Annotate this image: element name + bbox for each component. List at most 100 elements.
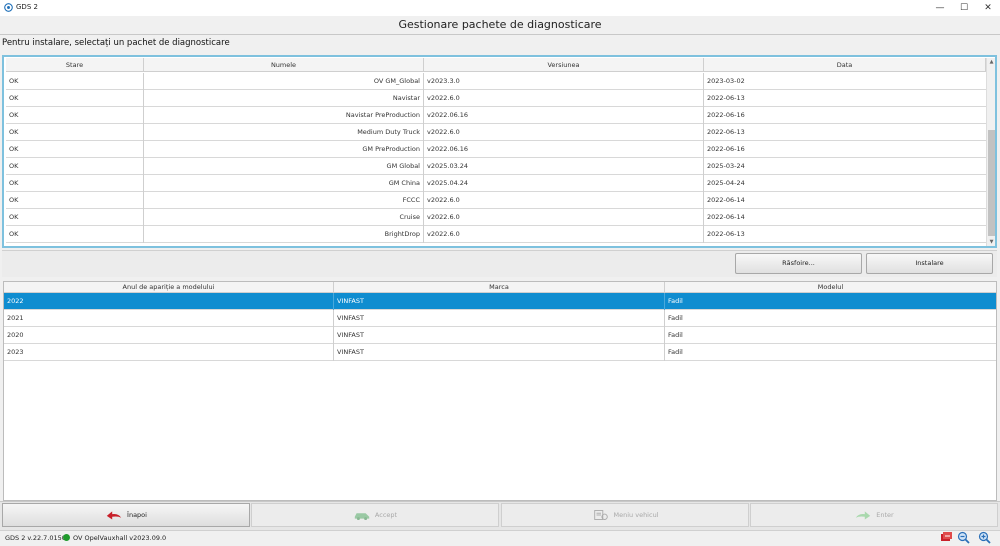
- model-row-selected[interactable]: 2022 VINFAST Fadil: [4, 293, 996, 310]
- browse-button[interactable]: Răsfoire...: [735, 253, 862, 274]
- model-name: Fadil: [668, 297, 683, 305]
- column-header-model-year[interactable]: Anul de apariție a modelului: [4, 282, 334, 293]
- enter-button-label: Enter: [876, 511, 894, 519]
- column-header-date[interactable]: Data: [704, 58, 986, 72]
- column-header-status[interactable]: Stare: [6, 58, 144, 72]
- model-year: 2022: [4, 293, 334, 310]
- column-header-make[interactable]: Marca: [334, 282, 665, 293]
- packages-scrollbar[interactable]: ▲ ▼: [986, 58, 995, 246]
- window-title: GDS 2: [16, 3, 38, 11]
- model-make: VINFAST: [334, 327, 665, 344]
- model-name: Fadil: [668, 314, 683, 322]
- package-row[interactable]: OK GM Global v2025.03.24 2025-03-24: [6, 158, 986, 175]
- install-button[interactable]: Instalare: [866, 253, 993, 274]
- zoom-out-icon[interactable]: [957, 531, 970, 544]
- model-row[interactable]: 2020 VINFAST Fadil: [4, 327, 996, 344]
- package-version: v2022.06.16: [424, 141, 704, 158]
- package-name: BrightDrop: [144, 226, 424, 243]
- title-bar: [0, 0, 1000, 16]
- back-button[interactable]: Înapoi: [2, 503, 250, 527]
- active-package: OV OpelVauxhall v2023.09.0: [73, 534, 167, 542]
- column-header-model[interactable]: Modelul: [665, 282, 996, 293]
- app-version: GDS 2 v.22.7.01500: [5, 534, 71, 542]
- model-year: 2020: [4, 327, 334, 344]
- package-date: 2022-06-14: [707, 196, 745, 204]
- package-row[interactable]: OK Navistar PreProduction v2022.06.16 20…: [6, 107, 986, 124]
- column-header-version[interactable]: Versiunea: [424, 58, 704, 72]
- package-status: OK: [6, 124, 144, 141]
- app-icon: [4, 3, 13, 12]
- scroll-down-icon[interactable]: ▼: [987, 238, 996, 246]
- package-date: 2023-03-02: [707, 77, 745, 85]
- package-status: OK: [6, 192, 144, 209]
- package-status: OK: [6, 141, 144, 158]
- minimize-icon: —: [935, 3, 945, 13]
- package-date: 2022-06-13: [707, 230, 745, 238]
- model-make: VINFAST: [334, 344, 665, 361]
- package-row[interactable]: OK Cruise v2022.6.0 2022-06-14: [6, 209, 986, 226]
- package-date: 2022-06-13: [707, 128, 745, 136]
- vehicle-menu-icon: [593, 510, 608, 520]
- package-name: FCCC: [144, 192, 424, 209]
- column-header-name[interactable]: Numele: [144, 58, 424, 72]
- model-make: VINFAST: [334, 310, 665, 327]
- package-row[interactable]: OK Navistar v2022.6.0 2022-06-13: [6, 90, 986, 107]
- package-version: v2022.6.0: [424, 192, 704, 209]
- package-version: v2025.03.24: [424, 158, 704, 175]
- model-name: Fadil: [668, 348, 683, 356]
- close-icon: ✕: [984, 3, 992, 13]
- vehicle-menu-button[interactable]: Meniu vehicul: [501, 503, 749, 527]
- model-row[interactable]: 2023 VINFAST Fadil: [4, 344, 996, 361]
- model-name: Fadil: [668, 331, 683, 339]
- enter-button[interactable]: Enter: [750, 503, 998, 527]
- models-table-header: Anul de apariție a modelului Marca Model…: [4, 282, 996, 293]
- scrollbar-thumb[interactable]: [988, 130, 995, 236]
- package-status: OK: [6, 158, 144, 175]
- package-name: GM PreProduction: [144, 141, 424, 158]
- maximize-icon: ☐: [959, 3, 969, 13]
- package-version: v2022.6.0: [424, 90, 704, 107]
- model-row[interactable]: 2021 VINFAST Fadil: [4, 310, 996, 327]
- forward-arrow-icon: [856, 511, 871, 520]
- package-status: OK: [6, 107, 144, 124]
- scroll-up-icon[interactable]: ▲: [987, 58, 996, 66]
- package-date: 2022-06-16: [707, 145, 745, 153]
- package-version: v2025.04.24: [424, 175, 704, 192]
- package-row[interactable]: OK OV GM_Global v2023.3.0 2023-03-02: [6, 73, 986, 90]
- package-name: Medium Duty Truck: [144, 124, 424, 141]
- package-name: GM China: [144, 175, 424, 192]
- package-version: v2022.6.0: [424, 209, 704, 226]
- minimize-button[interactable]: —: [928, 0, 952, 16]
- car-icon: [354, 513, 370, 521]
- accept-button[interactable]: Accept: [251, 503, 499, 527]
- connection-status-icon: [63, 534, 70, 541]
- instruction-text: Pentru instalare, selectați un pachet de…: [2, 38, 230, 48]
- package-name: GM Global: [144, 158, 424, 175]
- close-button[interactable]: ✕: [976, 0, 1000, 16]
- package-row[interactable]: OK GM PreProduction v2022.06.16 2022-06-…: [6, 141, 986, 158]
- zoom-in-icon[interactable]: [978, 531, 991, 544]
- package-name: Navistar: [144, 90, 424, 107]
- back-button-label: Înapoi: [127, 511, 147, 519]
- model-year: 2021: [4, 310, 334, 327]
- package-date: 2022-06-13: [707, 94, 745, 102]
- package-date: 2022-06-16: [707, 111, 745, 119]
- maximize-button[interactable]: ☐: [952, 0, 976, 16]
- package-name: Navistar PreProduction: [144, 107, 424, 124]
- model-year: 2023: [4, 344, 334, 361]
- package-date: 2022-06-14: [707, 213, 745, 221]
- package-status: OK: [6, 226, 144, 243]
- package-status: OK: [6, 209, 144, 226]
- package-status: OK: [6, 175, 144, 192]
- package-name: Cruise: [144, 209, 424, 226]
- header-divider: [0, 34, 1000, 35]
- accept-button-label: Accept: [374, 511, 398, 519]
- package-date: 2025-04-24: [707, 179, 745, 187]
- package-version: v2022.06.16: [424, 107, 704, 124]
- help-icon[interactable]: [940, 531, 953, 544]
- package-row[interactable]: OK FCCC v2022.6.0 2022-06-14: [6, 192, 986, 209]
- package-row[interactable]: OK GM China v2025.04.24 2025-04-24: [6, 175, 986, 192]
- package-row[interactable]: OK BrightDrop v2022.6.0 2022-06-13: [6, 226, 986, 243]
- package-row[interactable]: OK Medium Duty Truck v2022.6.0 2022-06-1…: [6, 124, 986, 141]
- package-name: OV GM_Global: [144, 73, 424, 90]
